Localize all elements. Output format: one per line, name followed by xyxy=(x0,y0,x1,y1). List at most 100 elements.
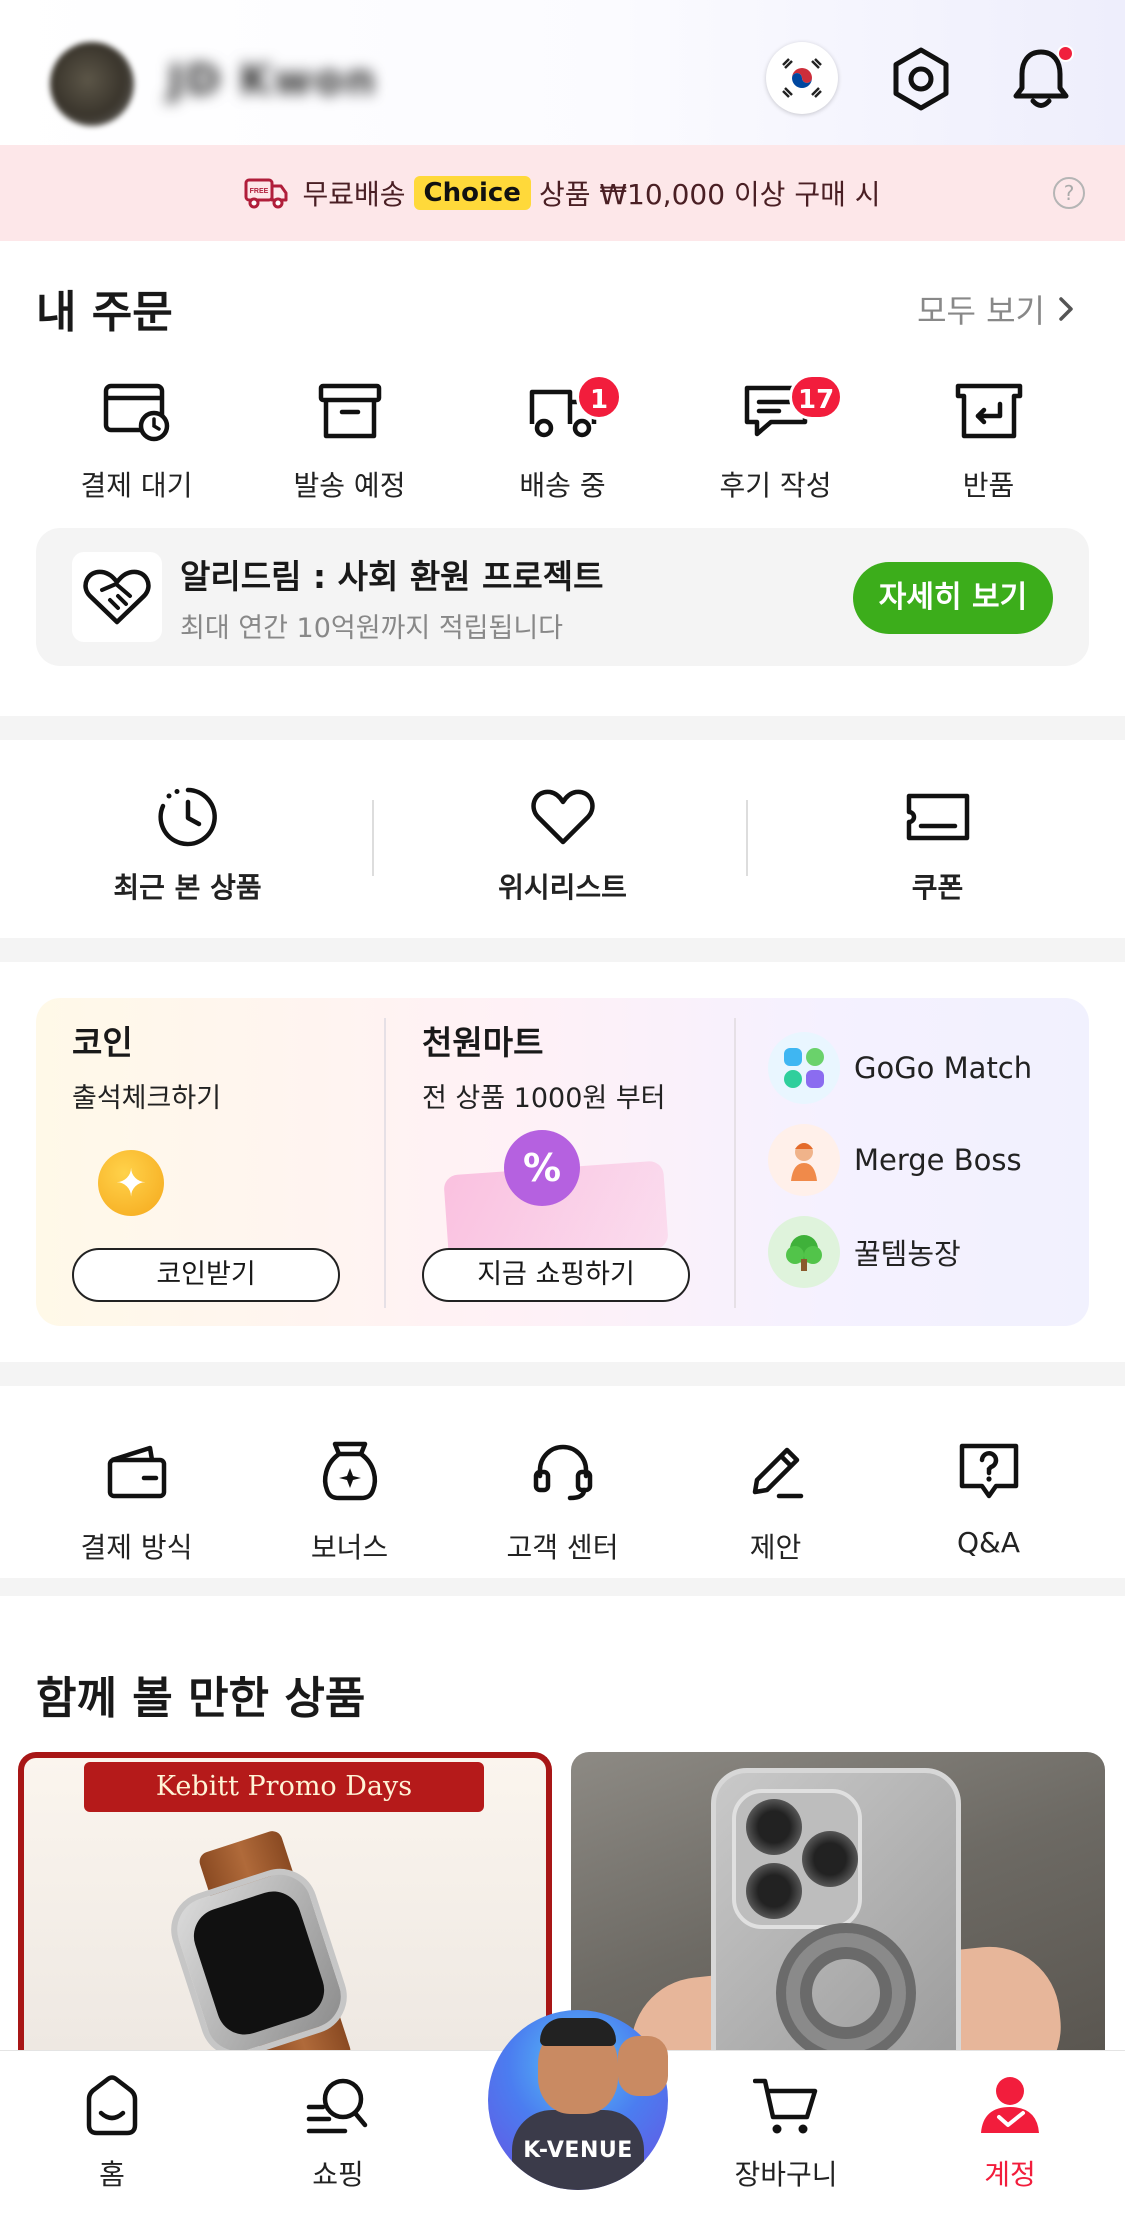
coupon-icon xyxy=(906,793,969,841)
nav-label: 장바구니 xyxy=(734,2158,838,2191)
notification-dot xyxy=(1057,45,1074,62)
watch-image xyxy=(161,1858,357,2052)
cart-icon xyxy=(753,2078,818,2134)
banner-suffix: 상품 ₩10,000 이상 구매 시 xyxy=(538,178,881,211)
game-farm[interactable]: 꿀템농장 xyxy=(768,1216,961,1288)
menu-customer-center[interactable]: 고객 센터 xyxy=(456,1440,669,1566)
shipping-count-badge: 1 xyxy=(576,374,622,420)
question-chat-icon xyxy=(959,1443,1018,1499)
service-menu-row: 결제 방식 보너스 고객 센터 제안 Q&A xyxy=(0,1440,1125,1566)
order-label: 발송 예정 xyxy=(293,469,406,502)
order-label: 반품 xyxy=(962,469,1015,502)
k-venue-wave-hand xyxy=(618,2036,668,2096)
game-gogo-match[interactable]: GoGo Match xyxy=(768,1032,1032,1104)
shortcut-label: 위시리스트 xyxy=(498,871,627,904)
coin-subtitle: 출석체크하기 xyxy=(72,1083,222,1114)
korea-flag-icon[interactable] xyxy=(766,42,838,114)
order-item-to-ship[interactable]: 발송 예정 xyxy=(243,380,456,504)
get-coins-button[interactable]: 코인받기 xyxy=(72,1248,340,1302)
nav-home[interactable]: 홈 xyxy=(32,2073,192,2193)
percent-badge-icon: % xyxy=(504,1130,580,1206)
menu-label: 고객 센터 xyxy=(506,1531,619,1564)
ali-dream-card[interactable]: 알리드림 : 사회 환원 프로젝트 최대 연간 10억원까지 적립됩니다 자세히… xyxy=(36,528,1089,666)
dream-subtitle: 최대 연간 10억원까지 적립됩니다 xyxy=(180,613,564,644)
account-icon xyxy=(981,2077,1039,2133)
settings-icon[interactable] xyxy=(886,44,956,114)
dream-details-button[interactable]: 자세히 보기 xyxy=(853,562,1053,634)
product-card[interactable]: Kebitt Promo Days xyxy=(18,1752,552,2052)
box-icon xyxy=(318,383,381,439)
coin-icon: ✦ xyxy=(98,1150,164,1216)
product-card[interactable] xyxy=(571,1752,1105,2052)
avatar[interactable] xyxy=(50,42,134,126)
nav-cart[interactable]: 장바구니 xyxy=(706,2073,866,2193)
recommendations-title: 함께 볼 만한 상품 xyxy=(36,1673,366,1724)
mart-subtitle: 전 상품 1000원 부터 xyxy=(422,1083,666,1114)
order-item-shipping[interactable]: 1 배송 중 xyxy=(456,374,669,504)
shortcut-wishlist[interactable]: 위시리스트 xyxy=(375,762,750,922)
promo-banner: Kebitt Promo Days xyxy=(84,1762,484,1812)
coin-panel[interactable]: 코인 출석체크하기 ✦ 코인받기 xyxy=(36,998,384,1326)
view-all-orders-link[interactable]: 모두 보기 xyxy=(917,286,1075,332)
game-label: Merge Boss xyxy=(854,1143,1022,1177)
account-header: JD Kwon xyxy=(0,0,1125,145)
shortcut-recently-viewed[interactable]: 최근 본 상품 xyxy=(0,762,375,922)
return-icon xyxy=(955,383,1022,439)
section-divider xyxy=(0,716,1125,740)
view-all-label: 모두 보기 xyxy=(917,292,1045,330)
divider xyxy=(372,800,374,876)
game-label: GoGo Match xyxy=(854,1051,1033,1085)
shop-now-button[interactable]: 지금 쇼핑하기 xyxy=(422,1248,690,1302)
menu-label: 보너스 xyxy=(310,1531,389,1564)
heart-handshake-icon xyxy=(72,552,162,642)
free-shipping-banner[interactable]: FREE 무료배송 Choice 상품 ₩10,000 이상 구매 시 ? xyxy=(0,145,1125,241)
nav-account[interactable]: 계정 xyxy=(930,2073,1090,2193)
username[interactable]: JD Kwon xyxy=(168,55,377,104)
k-venue-model-hair xyxy=(540,2018,616,2046)
order-label: 후기 작성 xyxy=(719,469,832,502)
bonus-bag-icon xyxy=(322,1441,377,1501)
order-label: 결제 대기 xyxy=(80,469,193,502)
game-label: 꿀템농장 xyxy=(854,1237,961,1271)
home-icon xyxy=(86,2075,138,2136)
menu-bonus[interactable]: 보너스 xyxy=(243,1440,456,1566)
free-shipping-truck-icon: FREE xyxy=(244,178,288,209)
phone-case-image xyxy=(711,1768,961,2052)
divider xyxy=(746,800,748,876)
games-panel: GoGo Match Merge Boss 꿀템농장 xyxy=(736,998,1089,1326)
shortcut-label: 최근 본 상품 xyxy=(113,871,262,904)
orders-title: 내 주문 xyxy=(36,287,173,338)
game-merge-boss[interactable]: Merge Boss xyxy=(768,1124,1022,1196)
svg-text:FREE: FREE xyxy=(250,188,269,195)
shortcut-coupons[interactable]: 쿠폰 xyxy=(750,762,1125,922)
menu-label: Q&A xyxy=(956,1526,1021,1559)
nav-shopping[interactable]: 쇼핑 xyxy=(258,2073,418,2193)
nav-label: 홈 xyxy=(99,2158,125,2191)
dream-title: 알리드림 : 사회 환원 프로젝트 xyxy=(180,557,604,596)
order-item-pending-payment[interactable]: 결제 대기 xyxy=(30,380,243,504)
review-count-badge: 17 xyxy=(789,374,844,420)
banner-prefix: 무료배송 xyxy=(302,178,406,211)
nav-label: 계정 xyxy=(984,2158,1036,2191)
help-icon[interactable]: ? xyxy=(1053,177,1085,209)
headset-icon xyxy=(533,1444,592,1501)
mart-title: 천원마트 xyxy=(422,1023,544,1062)
order-item-review[interactable]: 17 후기 작성 xyxy=(669,374,882,504)
pending-payment-icon xyxy=(103,383,169,442)
shortcuts-row: 최근 본 상품 위시리스트 쿠폰 xyxy=(0,762,1125,922)
menu-label: 결제 방식 xyxy=(80,1531,193,1564)
menu-suggestion[interactable]: 제안 xyxy=(669,1440,882,1566)
menu-payment-methods[interactable]: 결제 방식 xyxy=(30,1440,243,1566)
order-item-returns[interactable]: 반품 xyxy=(882,380,1095,504)
farm-icon xyxy=(768,1216,840,1288)
clock-icon xyxy=(157,787,217,847)
thousand-won-mart-panel[interactable]: 천원마트 전 상품 1000원 부터 % 지금 쇼핑하기 xyxy=(386,998,734,1326)
order-status-row: 결제 대기 발송 예정 1 배송 중 17 후기 작성 반품 xyxy=(0,374,1125,504)
merge-boss-icon xyxy=(768,1124,840,1196)
section-divider xyxy=(0,1578,1125,1596)
shortcut-label: 쿠폰 xyxy=(911,871,964,904)
menu-qna[interactable]: Q&A xyxy=(882,1440,1095,1566)
gogo-match-icon xyxy=(768,1032,840,1104)
section-divider xyxy=(0,1362,1125,1386)
activities-card: 코인 출석체크하기 ✦ 코인받기 천원마트 전 상품 1000원 부터 % 지금… xyxy=(36,998,1089,1326)
